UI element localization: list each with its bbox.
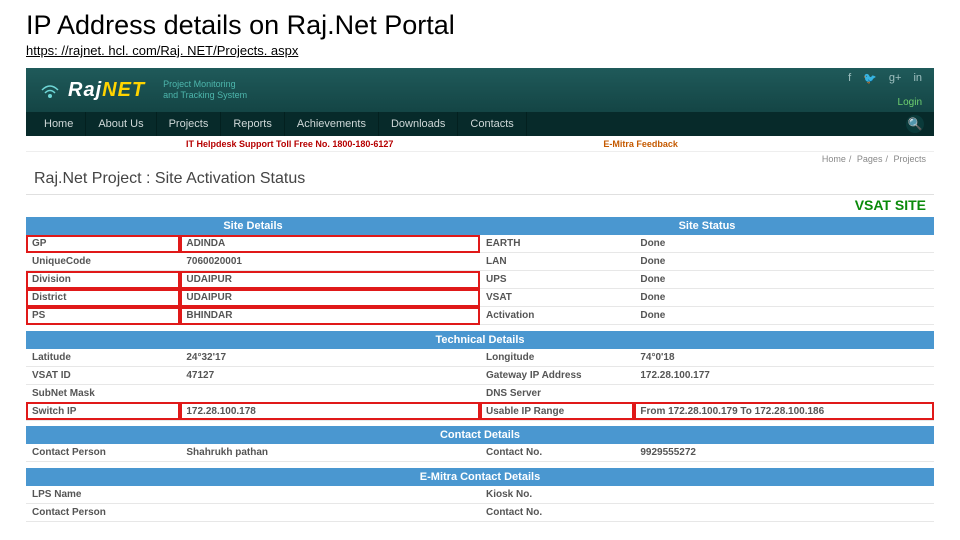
val-gwip: 172.28.100.177 [634,366,934,384]
social-icons: f 🐦 g+ in [848,72,922,85]
navbar: Home About Us Projects Reports Achieveme… [26,112,934,136]
lbl-code: UniqueCode [26,253,180,271]
header-bar: RajNET Project Monitoring and Tracking S… [26,68,934,112]
search-icon[interactable]: 🔍 [906,115,924,133]
lbl-kiosk: Kiosk No. [480,486,634,504]
val-kiosk [634,486,934,504]
lbl-gwip: Gateway IP Address [480,366,634,384]
val-subnet [180,384,480,402]
crumb-home[interactable]: Home [822,154,846,164]
linkedin-icon[interactable]: in [913,72,922,85]
lbl-vsatid: VSAT ID [26,366,180,384]
val-activation: Done [634,307,934,325]
site-table: Site DetailsSite Status GPADINDAEARTHDon… [26,217,934,522]
lbl-lat: Latitude [26,349,180,367]
val-vsatid: 47127 [180,366,480,384]
hdr-emitra: E-Mitra Contact Details [26,468,934,486]
lbl-subnet: SubNet Mask [26,384,180,402]
vsat-badge: VSAT SITE [26,195,934,217]
nav-about[interactable]: About Us [86,112,156,136]
lbl-ecn: Contact No. [480,503,634,521]
lbl-vsat: VSAT [480,289,634,307]
tagline: Project Monitoring and Tracking System [163,79,247,101]
val-lps [180,486,480,504]
nav-achievements[interactable]: Achievements [285,112,379,136]
val-division: UDAIPUR [180,271,480,289]
lbl-ecp: Contact Person [26,503,180,521]
twitter-icon[interactable]: 🐦 [863,72,877,85]
lbl-district: District [26,289,180,307]
val-ps: BHINDAR [180,307,480,325]
hdr-site-status: Site Status [480,217,934,235]
val-range: From 172.28.100.179 To 172.28.100.186 [634,402,934,420]
nav-downloads[interactable]: Downloads [379,112,458,136]
nav-reports[interactable]: Reports [221,112,285,136]
crumb-pages[interactable]: Pages [857,154,883,164]
val-vsat: Done [634,289,934,307]
portal-frame: RajNET Project Monitoring and Tracking S… [26,68,934,522]
val-lat: 24°32'17 [180,349,480,367]
val-lon: 74°0'18 [634,349,934,367]
lbl-earth: EARTH [480,235,634,253]
val-district: UDAIPUR [180,289,480,307]
lbl-cn: Contact No. [480,444,634,462]
lbl-ps: PS [26,307,180,325]
logo[interactable]: RajNET [36,76,145,104]
val-ups: Done [634,271,934,289]
lbl-lps: LPS Name [26,486,180,504]
sub-bar: IT Helpdesk Support Toll Free No. 1800-1… [26,136,934,152]
val-ecp [180,503,480,521]
hdr-contact: Contact Details [26,426,934,444]
lbl-gp: GP [26,235,180,253]
lbl-range: Usable IP Range [480,402,634,420]
logo-icon [36,76,64,104]
page-title: Raj.Net Project : Site Activation Status [26,166,934,195]
facebook-icon[interactable]: f [848,72,851,85]
val-earth: Done [634,235,934,253]
nav-projects[interactable]: Projects [157,112,222,136]
val-ecn [634,503,934,521]
nav-home[interactable]: Home [32,112,86,136]
slide-title: IP Address details on Raj.Net Portal [0,0,960,43]
slide-url: https: //rajnet. hcl. com/Raj. NET/Proje… [0,43,960,66]
lbl-lon: Longitude [480,349,634,367]
val-lan: Done [634,253,934,271]
lbl-lan: LAN [480,253,634,271]
crumb-projects[interactable]: Projects [893,154,926,164]
val-code: 7060020001 [180,253,480,271]
lbl-division: Division [26,271,180,289]
lbl-cp: Contact Person [26,444,180,462]
val-dns [634,384,934,402]
val-gp: ADINDA [180,235,480,253]
lbl-switch: Switch IP [26,402,180,420]
lbl-ups: UPS [480,271,634,289]
login-link[interactable]: Login [898,97,922,108]
val-cp: Shahrukh pathan [180,444,480,462]
lbl-activation: Activation [480,307,634,325]
lbl-dns: DNS Server [480,384,634,402]
val-cn: 9929555272 [634,444,934,462]
val-switch: 172.28.100.178 [180,402,480,420]
hdr-technical: Technical Details [26,331,934,349]
gplus-icon[interactable]: g+ [889,72,902,85]
breadcrumb: Home/ Pages/ Projects [26,152,934,166]
helpdesk-text: IT Helpdesk Support Toll Free No. 1800-1… [186,139,393,149]
nav-contacts[interactable]: Contacts [458,112,526,136]
logo-text: RajNET [68,79,145,102]
feedback-link[interactable]: E-Mitra Feedback [603,139,678,149]
hdr-site-details: Site Details [26,217,480,235]
